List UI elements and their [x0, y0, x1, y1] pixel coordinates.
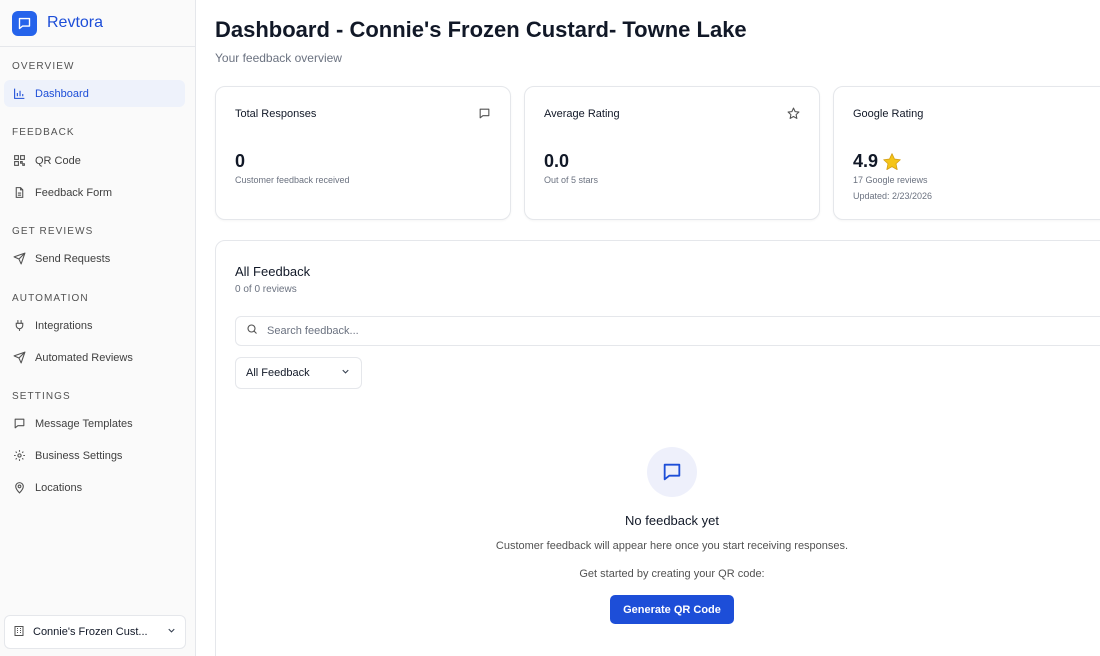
page-title: Dashboard - Connie's Frozen Custard- Tow… [215, 17, 747, 42]
chevron-down-icon [340, 366, 351, 380]
app-root: Revtora OVERVIEW Dashboard FEEDBACK QR C… [0, 0, 1100, 656]
send-icon [12, 351, 26, 365]
stat-label: Total Responses [235, 108, 317, 120]
sidebar-item-label: Automated Reviews [35, 351, 133, 364]
sidebar-item-message-templates[interactable]: Message Templates [4, 410, 185, 437]
stat-desc: Out of 5 stars [544, 175, 599, 185]
bar-chart-icon [12, 87, 26, 101]
sidebar: Revtora OVERVIEW Dashboard FEEDBACK QR C… [0, 0, 196, 656]
all-feedback-panel: All Feedback 0 of 0 reviews All Feedback… [215, 240, 1100, 656]
sidebar-item-integrations[interactable]: Integrations [4, 312, 185, 339]
search-icon [246, 322, 258, 340]
stat-card-total-responses: Total Responses 0 Customer feedback rece… [215, 86, 511, 220]
building-icon [13, 625, 25, 640]
chat-bubble-icon [12, 10, 37, 36]
sidebar-item-label: Feedback Form [35, 186, 113, 199]
stat-desc: 17 Google reviews [853, 175, 928, 185]
document-icon [12, 186, 26, 200]
message-icon [478, 107, 492, 121]
filter-value: All Feedback [246, 367, 310, 379]
main-content: Dashboard - Connie's Frozen Custard- Tow… [196, 0, 1100, 656]
brand-name: Revtora [47, 14, 104, 31]
send-icon [12, 252, 26, 266]
chevron-down-icon [166, 625, 177, 639]
feedback-filter-select[interactable]: All Feedback [235, 357, 362, 389]
section-settings: SETTINGS [12, 391, 71, 402]
location-selector[interactable]: Connie's Frozen Cust... [4, 615, 186, 649]
section-overview: OVERVIEW [12, 61, 75, 72]
sidebar-item-locations[interactable]: Locations [4, 474, 185, 501]
stat-label: Google Rating [853, 108, 924, 120]
location-selector-value: Connie's Frozen Cust... [33, 626, 148, 638]
sidebar-item-label: Business Settings [35, 449, 123, 462]
sidebar-item-send-requests[interactable]: Send Requests [4, 245, 185, 272]
sidebar-item-qr-code[interactable]: QR Code [4, 147, 185, 174]
review-count: 0 of 0 reviews [235, 284, 297, 295]
sidebar-item-dashboard[interactable]: Dashboard [4, 80, 185, 107]
stat-updated: Updated: 2/23/2026 [853, 191, 933, 201]
empty-state-icon [647, 447, 697, 497]
stat-value-row: 4.9 [853, 151, 902, 172]
search-box[interactable] [235, 316, 1100, 346]
generate-qr-code-button[interactable]: Generate QR Code [610, 595, 734, 624]
panel-title: All Feedback [235, 264, 311, 279]
sidebar-item-label: Integrations [35, 319, 93, 332]
sidebar-item-label: Send Requests [35, 252, 111, 265]
empty-state-hint: Get started by creating your QR code: [579, 568, 765, 580]
sidebar-item-feedback-form[interactable]: Feedback Form [4, 179, 185, 206]
sidebar-item-automated-reviews[interactable]: Automated Reviews [4, 344, 185, 371]
empty-state-description: Customer feedback will appear here once … [495, 540, 849, 552]
message-icon [12, 417, 26, 431]
stat-value: 0.0 [544, 151, 570, 171]
stat-label: Average Rating [544, 108, 620, 120]
star-filled-icon [882, 152, 902, 172]
section-get-reviews: GET REVIEWS [12, 226, 94, 237]
stat-card-google-rating: Google Rating 4.9 17 Google reviews Upda… [833, 86, 1100, 220]
brand[interactable]: Revtora [0, 0, 195, 47]
search-input[interactable] [267, 325, 867, 337]
sidebar-item-label: Message Templates [35, 417, 133, 430]
qr-code-icon [12, 154, 26, 168]
sidebar-item-label: QR Code [35, 154, 81, 167]
stat-desc: Customer feedback received [235, 175, 350, 185]
map-pin-icon [12, 481, 26, 495]
sidebar-item-label: Locations [35, 481, 83, 494]
section-automation: AUTOMATION [12, 293, 89, 304]
sidebar-item-label: Dashboard [35, 87, 89, 100]
gear-icon [12, 449, 26, 463]
stat-value: 0 [235, 151, 246, 171]
empty-state-title: No feedback yet [625, 513, 719, 528]
plug-icon [12, 319, 26, 333]
stat-card-average-rating: Average Rating 0.0 Out of 5 stars [524, 86, 820, 220]
section-feedback: FEEDBACK [12, 127, 75, 138]
star-outline-icon [787, 107, 801, 121]
stat-value: 4.9 [853, 151, 879, 171]
page-subtitle: Your feedback overview [215, 51, 342, 65]
sidebar-item-business-settings[interactable]: Business Settings [4, 442, 185, 469]
